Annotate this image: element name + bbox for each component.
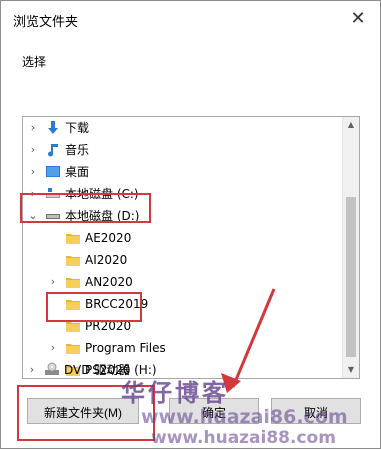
annotation-arrow (221, 288, 276, 393)
browse-folder-dialog: 浏览文件夹 ✕ 选择 › 下载 › 音乐 › 桌面 › 本地磁盘 (C:) ⌄ … (0, 0, 381, 449)
